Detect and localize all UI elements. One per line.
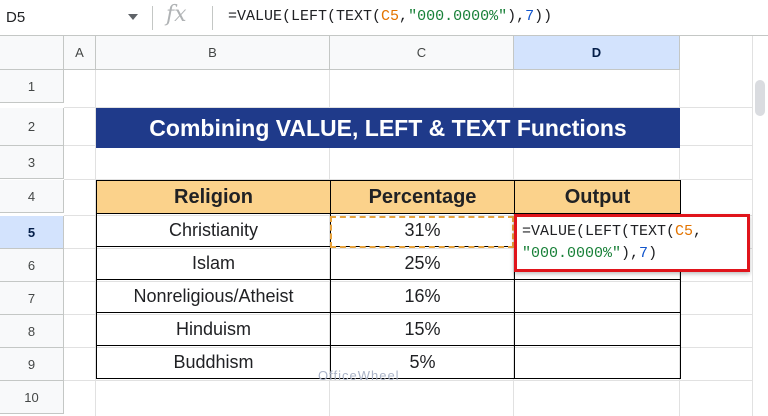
name-box-dropdown-icon[interactable] [128, 14, 138, 20]
row-header-5[interactable]: 5 [0, 216, 64, 249]
formula-number: 7 [639, 245, 649, 262]
row-header-3[interactable]: 3 [0, 146, 64, 179]
formula-text: =VALUE(LEFT(TEXT( [228, 8, 382, 25]
divider [152, 6, 153, 30]
cell-editor-line: =VALUE(LEFT(TEXT(C5, [522, 221, 743, 243]
scrollbar-thumb[interactable] [755, 80, 765, 116]
header-percentage[interactable]: Percentage [330, 180, 515, 214]
row-header-2[interactable]: 2 [0, 108, 64, 146]
cell-editor-line: "000.0000%"),7) [522, 243, 743, 265]
formula-cell-ref: C5 [675, 223, 694, 240]
formula-text: ), [621, 245, 640, 262]
header-output[interactable]: Output [514, 180, 681, 214]
row-header-10[interactable]: 10 [0, 381, 64, 414]
output-cell[interactable] [514, 279, 681, 313]
data-table: Religion Percentage Output Christianity … [96, 180, 681, 379]
religion-cell[interactable]: Christianity [96, 213, 331, 247]
percentage-cell[interactable]: 25% [330, 246, 515, 280]
percentage-cell[interactable]: 15% [330, 312, 515, 346]
formula-input[interactable]: =VALUE(LEFT(TEXT(C5,"000.0000%"),7)) [228, 8, 552, 25]
religion-cell[interactable]: Buddhism [96, 345, 331, 379]
religion-cell[interactable]: Nonreligious/Atheist [96, 279, 331, 313]
header-religion[interactable]: Religion [96, 180, 331, 214]
row-header-1[interactable]: 1 [0, 70, 64, 103]
table-header-row: Religion Percentage Output [96, 180, 681, 214]
column-header-c[interactable]: C [330, 36, 514, 70]
column-header-b[interactable]: B [96, 36, 330, 70]
religion-cell[interactable]: Islam [96, 246, 331, 280]
row-header-6[interactable]: 6 [0, 249, 64, 282]
gridline [64, 380, 752, 381]
formula-text: )) [534, 8, 553, 25]
row-header-7[interactable]: 7 [0, 282, 64, 315]
table-row: Hinduism 15% [96, 312, 681, 346]
cell-editor[interactable]: =VALUE(LEFT(TEXT(C5, "000.0000%"),7) [514, 214, 750, 272]
copy-selection-border [330, 216, 514, 248]
formula-text: ) [648, 245, 658, 262]
formula-string: "000.0000%" [408, 8, 508, 25]
column-header-d[interactable]: D [514, 36, 680, 70]
table-row: Nonreligious/Atheist 16% [96, 279, 681, 313]
column-header-a[interactable]: A [64, 36, 96, 70]
divider [212, 6, 213, 30]
select-all-corner[interactable] [0, 36, 64, 70]
row-header-9[interactable]: 9 [0, 348, 64, 381]
sheet-title: Combining VALUE, LEFT & TEXT Functions [96, 108, 680, 148]
row-header-4[interactable]: 4 [0, 180, 64, 213]
formula-text: , [693, 223, 703, 240]
formula-text: =VALUE(LEFT(TEXT( [522, 223, 676, 240]
formula-string: "000.0000%" [522, 245, 622, 262]
formula-text: ), [507, 8, 526, 25]
output-cell[interactable] [514, 312, 681, 346]
formula-number: 7 [525, 8, 535, 25]
output-cell[interactable] [514, 345, 681, 379]
religion-cell[interactable]: Hinduism [96, 312, 331, 346]
watermark-logo: OfficeWheel [318, 368, 400, 383]
formula-bar: D5 fx =VALUE(LEFT(TEXT(C5,"000.0000%"),7… [0, 0, 768, 36]
formula-cell-ref: C5 [381, 8, 400, 25]
row-header-8[interactable]: 8 [0, 315, 64, 348]
formula-text: , [399, 8, 409, 25]
percentage-cell[interactable]: 16% [330, 279, 515, 313]
fx-icon: fx [166, 2, 187, 27]
